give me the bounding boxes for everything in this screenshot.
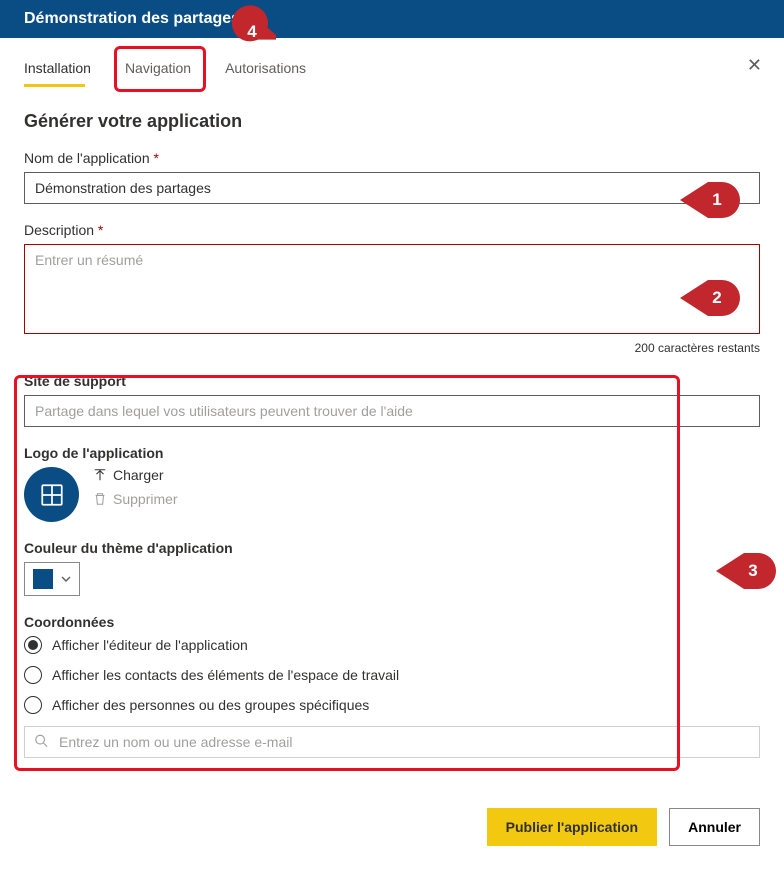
tab-label: Autorisations	[225, 60, 306, 76]
radio-show-editor[interactable]: Afficher l'éditeur de l'application	[24, 636, 760, 654]
search-icon	[34, 734, 48, 751]
field-app-name: Nom de l'application *	[24, 150, 760, 204]
support-input[interactable]	[24, 395, 760, 427]
app-logo-icon	[24, 467, 79, 522]
tabs: Installation Navigation Autorisations ✕	[0, 38, 784, 87]
upload-icon	[93, 468, 107, 482]
theme-label: Couleur du thème d'application	[24, 540, 760, 556]
field-contacts: Coordonnées Afficher l'éditeur de l'appl…	[24, 614, 760, 758]
chevron-down-icon	[61, 574, 71, 584]
color-swatch	[33, 569, 53, 589]
field-support-site: Site de support	[24, 373, 760, 427]
tab-installation[interactable]: Installation	[24, 52, 105, 86]
upload-logo-button[interactable]: Charger	[93, 467, 178, 483]
callout-3: 3	[716, 553, 776, 589]
description-label: Description *	[24, 222, 760, 238]
trash-icon	[93, 492, 107, 506]
section-heading: Générer votre application	[24, 111, 760, 132]
tab-autorisations[interactable]: Autorisations	[225, 52, 320, 86]
callout-1: 1	[680, 182, 740, 218]
contacts-label: Coordonnées	[24, 614, 760, 630]
field-logo: Logo de l'application Charger	[24, 445, 760, 522]
close-icon[interactable]: ✕	[747, 56, 762, 74]
field-theme-color: Couleur du thème d'application	[24, 540, 760, 596]
field-description: Description * 200 caractères restants	[24, 222, 760, 355]
radio-show-specific[interactable]: Afficher des personnes ou des groupes sp…	[24, 696, 760, 714]
char-remaining: 200 caractères restants	[24, 341, 760, 355]
support-label: Site de support	[24, 373, 760, 389]
contacts-search-input	[24, 726, 760, 758]
cancel-button[interactable]: Annuler	[669, 808, 760, 846]
footer: Publier l'application Annuler	[0, 784, 784, 870]
callout-4: 4	[228, 5, 276, 53]
app-name-input[interactable]	[24, 172, 760, 204]
page-title: Démonstration des partages	[24, 10, 240, 28]
radio-show-workspace-contacts[interactable]: Afficher les contacts des éléments de l'…	[24, 666, 760, 684]
app-name-label: Nom de l'application *	[24, 150, 760, 166]
header-bar: Démonstration des partages	[0, 0, 784, 38]
theme-color-picker[interactable]	[24, 562, 80, 596]
callout-2: 2	[680, 280, 740, 316]
delete-logo-button: Supprimer	[93, 491, 178, 507]
logo-label: Logo de l'application	[24, 445, 760, 461]
tab-label: Installation	[24, 60, 91, 76]
publish-button[interactable]: Publier l'application	[487, 808, 657, 846]
description-input[interactable]	[24, 244, 760, 334]
tab-label: Navigation	[125, 60, 191, 76]
tab-navigation[interactable]: Navigation	[125, 52, 205, 86]
